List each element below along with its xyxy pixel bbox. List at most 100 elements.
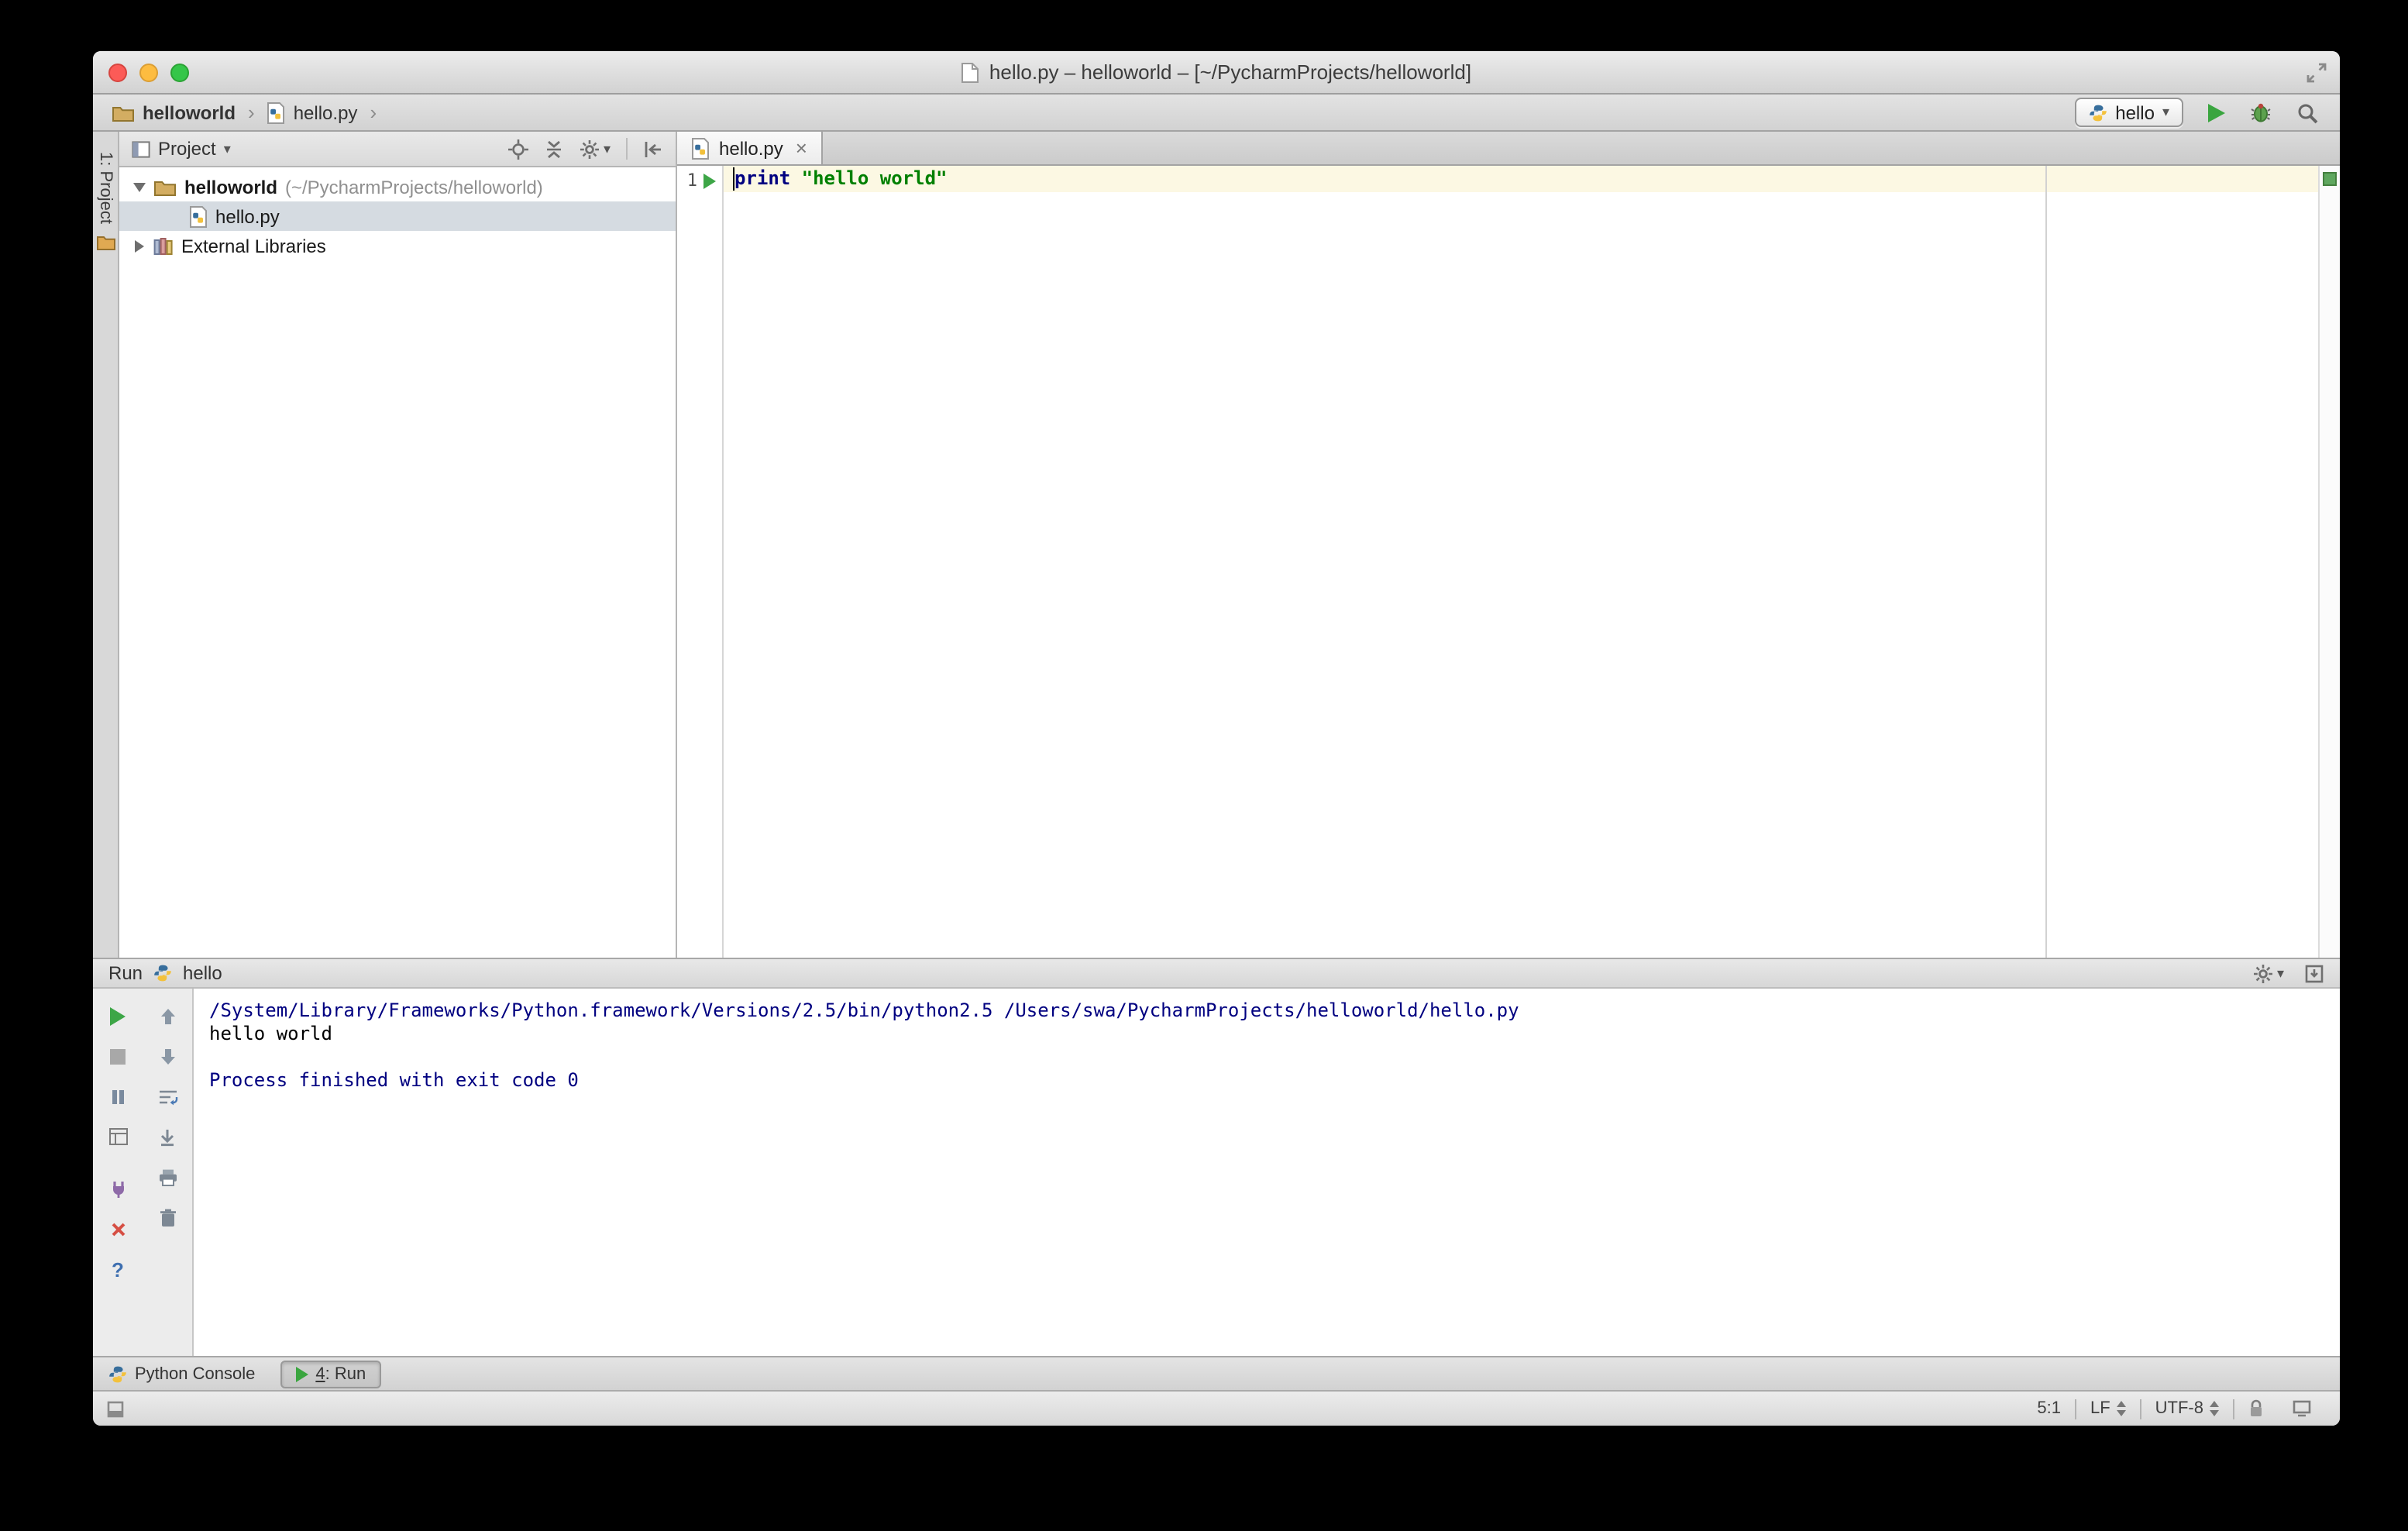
down-stack-trace-button[interactable] [150,1040,184,1072]
caret-position-widget[interactable]: 5:1 [2023,1399,2075,1418]
arrow-up-icon [160,1008,174,1024]
code-string: "hello world" [801,167,948,189]
breadcrumb-helloworld[interactable]: helloworld [112,101,236,123]
gear-icon [2254,964,2273,982]
scroll-from-source-icon[interactable] [508,139,529,159]
toolbar-separator [626,138,628,160]
soft-wrap-button[interactable] [150,1080,184,1113]
stop-icon [110,1048,126,1064]
inspection-status-indicator[interactable] [2323,172,2337,186]
pause-output-button[interactable] [101,1080,135,1113]
project-panel-header: Project ▾ ▾ [119,132,676,167]
zoom-window-button[interactable] [170,63,189,81]
tool-window-toggle-icon[interactable] [107,1400,124,1417]
close-run-panel-button[interactable] [101,1213,135,1246]
folder-icon [112,106,134,121]
code-keyword: print [734,167,791,189]
tree-row-external-libraries[interactable]: External Libraries [119,231,676,260]
run-configuration-selector[interactable]: hello ▾ [2075,98,2183,127]
tree-row-hello-py[interactable]: hello.py [119,201,676,231]
help-button[interactable]: ? [101,1254,135,1286]
rerun-button[interactable] [101,999,135,1032]
chevron-down-icon[interactable]: ▾ [224,141,231,156]
python-console-label: Python Console [135,1364,256,1383]
run-configuration-name: hello [2115,101,2155,123]
readonly-toggle[interactable] [2234,1399,2278,1418]
lock-icon [2251,1399,2262,1416]
project-tree: helloworld (~/PycharmProjects/helloworld… [119,167,676,958]
scroll-to-end-button[interactable] [150,1120,184,1153]
run-line-icon [703,173,716,188]
run-tab-label: 4: Run [315,1364,366,1383]
updown-icon [2116,1401,2126,1416]
project-panel-toolbar: ▾ [508,138,663,160]
expand-collapse-icon[interactable] [132,239,146,252]
fullscreen-icon[interactable] [2306,62,2327,84]
highlighting-level-widget[interactable] [2278,1399,2326,1418]
document-icon [961,62,979,82]
hide-run-panel-icon[interactable] [2304,963,2324,983]
code-line-1[interactable]: print "hello world" [724,166,2318,192]
python-logo-icon [109,1365,126,1382]
restore-layout-button[interactable] [101,1120,135,1153]
status-bar-widgets: 5:1 LF UTF-8 [2023,1399,2326,1419]
expand-collapse-icon[interactable] [132,182,146,191]
breadcrumb-hello-py[interactable]: hello.py [267,101,358,123]
close-icon [111,1223,125,1237]
run-toolbar-column-1: ? [93,999,143,1356]
settings-gear-button[interactable]: ▾ [580,139,611,159]
traffic-lights [108,51,189,93]
restore-layout-icon [108,1128,127,1145]
run-panel-header[interactable]: Run hello ▾ [93,958,2340,989]
run-line-marker[interactable] [697,167,722,194]
inspection-stripe [2318,166,2340,958]
line-separator-widget[interactable]: LF [2076,1399,2140,1418]
trash-icon [160,1208,175,1226]
run-settings-gear-button[interactable]: ▾ [2254,963,2284,983]
project-tool-window-icon[interactable] [95,235,115,252]
editor-area: hello.py × 1 print "hello world" [677,132,2340,958]
chevron-right-icon: › [370,101,377,124]
editor-gutter[interactable]: 1 [677,166,724,958]
window-title-group: hello.py – helloworld – [~/PycharmProjec… [961,60,1471,84]
run-panel-config-name: hello [183,962,222,984]
run-button[interactable] [2208,103,2225,122]
breadcrumb-label: helloworld [143,101,236,123]
minimize-window-button[interactable] [139,63,158,81]
run-tab-mnemonic: 4 [315,1364,325,1383]
project-view-title[interactable]: Project [158,138,216,160]
window-title: hello.py – helloworld – [~/PycharmProjec… [989,60,1472,84]
code-editor[interactable]: print "hello world" [724,166,2318,958]
python-console-button[interactable]: Python Console [108,1364,255,1383]
breadcrumb-label: hello.py [293,101,358,123]
run-console-output[interactable]: /System/Library/Frameworks/Python.framew… [194,989,2340,1356]
clear-all-button[interactable] [150,1201,184,1233]
stop-button[interactable] [101,1040,135,1072]
project-tool-window-button[interactable]: 1: Project [96,152,115,224]
navbar-right-group: hello ▾ [2075,98,2318,127]
editor-tab-bar: hello.py × [677,132,2340,166]
chevron-down-icon: ▾ [2162,104,2169,119]
encoding-widget[interactable]: UTF-8 [2141,1399,2233,1418]
gear-icon [580,139,600,158]
debug-bug-icon[interactable] [2250,102,2272,122]
plug-icon [112,1182,123,1198]
tree-row-helloworld[interactable]: helloworld (~/PycharmProjects/helloworld… [119,172,676,201]
close-window-button[interactable] [108,63,127,81]
line-number: 1 [686,170,697,191]
search-icon[interactable] [2296,101,2318,123]
print-button[interactable] [150,1161,184,1193]
editor-tab-hello-py[interactable]: hello.py × [677,132,823,164]
hide-panel-icon[interactable] [643,139,663,159]
python-file-icon [692,137,709,159]
close-tab-icon[interactable]: × [796,138,807,158]
run-tab-suffix: : Run [325,1364,366,1383]
run-tool-window-tab[interactable]: 4: Run [280,1360,382,1388]
chevron-right-icon: › [248,101,255,124]
up-stack-trace-button[interactable] [150,999,184,1032]
arrow-down-icon [160,1048,174,1064]
attach-console-button[interactable] [101,1173,135,1206]
titlebar[interactable]: hello.py – helloworld – [~/PycharmProjec… [93,51,2340,95]
collapse-all-icon[interactable] [545,139,565,159]
python-logo-icon [2090,104,2107,121]
